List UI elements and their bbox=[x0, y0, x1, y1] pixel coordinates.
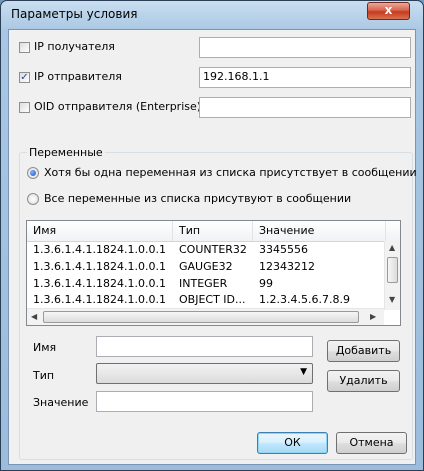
table-row[interactable]: 1.3.6.1.4.1.1824.1.0.0.1 OBJECT ID... 1.… bbox=[27, 292, 387, 308]
sender-oid-input[interactable] bbox=[199, 97, 411, 118]
sender-ip-input[interactable]: 192.168.1.1 bbox=[199, 67, 411, 88]
type-label: Тип bbox=[33, 369, 55, 382]
delete-button[interactable]: Удалить bbox=[327, 370, 400, 392]
radio-all-variables[interactable] bbox=[27, 193, 39, 205]
name-input[interactable] bbox=[96, 336, 313, 357]
horizontal-scrollbar[interactable]: ◀ ▶ bbox=[27, 308, 384, 325]
row-type: INTEGER bbox=[179, 277, 228, 290]
type-select[interactable]: ▼ bbox=[96, 363, 313, 384]
column-header-value[interactable]: Значение bbox=[253, 221, 386, 241]
ok-button[interactable]: ОК bbox=[257, 432, 328, 454]
row-name: 1.3.6.1.4.1.1824.1.0.0.1 bbox=[33, 243, 166, 256]
close-button[interactable]: x bbox=[367, 2, 410, 20]
sender-ip-checkbox[interactable]: ✓ bbox=[19, 72, 30, 83]
value-input[interactable] bbox=[96, 391, 313, 412]
dialog-client: IP получателя ✓ IP отправителя 192.168.1… bbox=[8, 29, 417, 465]
row-name: 1.3.6.1.4.1.1824.1.0.0.1 bbox=[33, 293, 166, 306]
vertical-scrollbar[interactable]: ▲ ▼ bbox=[384, 241, 400, 310]
horizontal-scroll-thumb[interactable] bbox=[43, 311, 359, 323]
row-type: COUNTER32 bbox=[179, 243, 247, 256]
scroll-right-arrow-icon[interactable]: ▶ bbox=[370, 312, 376, 321]
name-label: Имя bbox=[33, 341, 57, 354]
table-row[interactable]: 1.3.6.1.4.1.1824.1.0.0.1 INTEGER 99 bbox=[27, 276, 387, 292]
column-header-name[interactable]: Имя bbox=[27, 221, 173, 241]
row-value: 1.2.3.4.5.6.7.8.9 bbox=[259, 293, 350, 306]
sender-ip-label[interactable]: IP отправителя bbox=[34, 70, 122, 83]
table-row[interactable]: 1.3.6.1.4.1.1824.1.0.0.1 COUNTER32 33455… bbox=[27, 242, 387, 258]
list-header: Имя Тип Значение bbox=[27, 221, 400, 242]
row-type: GAUGE32 bbox=[179, 260, 233, 273]
dialog-window: Параметры условия x IP получателя ✓ IP о… bbox=[0, 0, 424, 471]
row-value: 3345556 bbox=[259, 243, 308, 256]
row-value: 12343212 bbox=[259, 260, 315, 273]
recipient-ip-label[interactable]: IP получателя bbox=[34, 40, 115, 53]
value-label: Значение bbox=[33, 396, 89, 409]
table-row[interactable]: 1.3.6.1.4.1.1824.1.0.0.1 GAUGE32 1234321… bbox=[27, 259, 387, 275]
radio-any-variable[interactable] bbox=[27, 167, 39, 179]
scroll-left-arrow-icon[interactable]: ◀ bbox=[31, 312, 37, 321]
vertical-scroll-thumb[interactable] bbox=[387, 257, 398, 283]
recipient-ip-checkbox[interactable] bbox=[19, 42, 30, 53]
row-name: 1.3.6.1.4.1.1824.1.0.0.1 bbox=[33, 260, 166, 273]
radio-all-variables-label[interactable]: Все переменные из списка присутвуют в со… bbox=[44, 192, 351, 205]
sender-oid-checkbox[interactable] bbox=[19, 102, 30, 113]
variables-group-title: Переменные bbox=[27, 146, 105, 159]
row-type: OBJECT ID... bbox=[179, 293, 246, 306]
scroll-up-arrow-icon[interactable]: ▲ bbox=[389, 243, 395, 252]
window-title: Параметры условия bbox=[11, 7, 138, 21]
recipient-ip-input[interactable] bbox=[199, 37, 411, 58]
title-bar[interactable]: Параметры условия x bbox=[1, 1, 423, 29]
add-button[interactable]: Добавить bbox=[327, 340, 400, 362]
variables-list[interactable]: Имя Тип Значение 1.3.6.1.4.1.1824.1.0.0.… bbox=[26, 220, 401, 326]
sender-oid-label[interactable]: OID отправителя (Enterprise) bbox=[34, 100, 201, 113]
cancel-button[interactable]: Отмена bbox=[336, 432, 407, 454]
radio-any-variable-label[interactable]: Хотя бы одна переменная из списка присут… bbox=[44, 166, 417, 179]
row-value: 99 bbox=[259, 277, 273, 290]
chevron-down-icon[interactable]: ▼ bbox=[300, 367, 307, 377]
row-name: 1.3.6.1.4.1.1824.1.0.0.1 bbox=[33, 277, 166, 290]
column-header-type[interactable]: Тип bbox=[173, 221, 253, 241]
scroll-down-arrow-icon[interactable]: ▼ bbox=[389, 295, 395, 304]
